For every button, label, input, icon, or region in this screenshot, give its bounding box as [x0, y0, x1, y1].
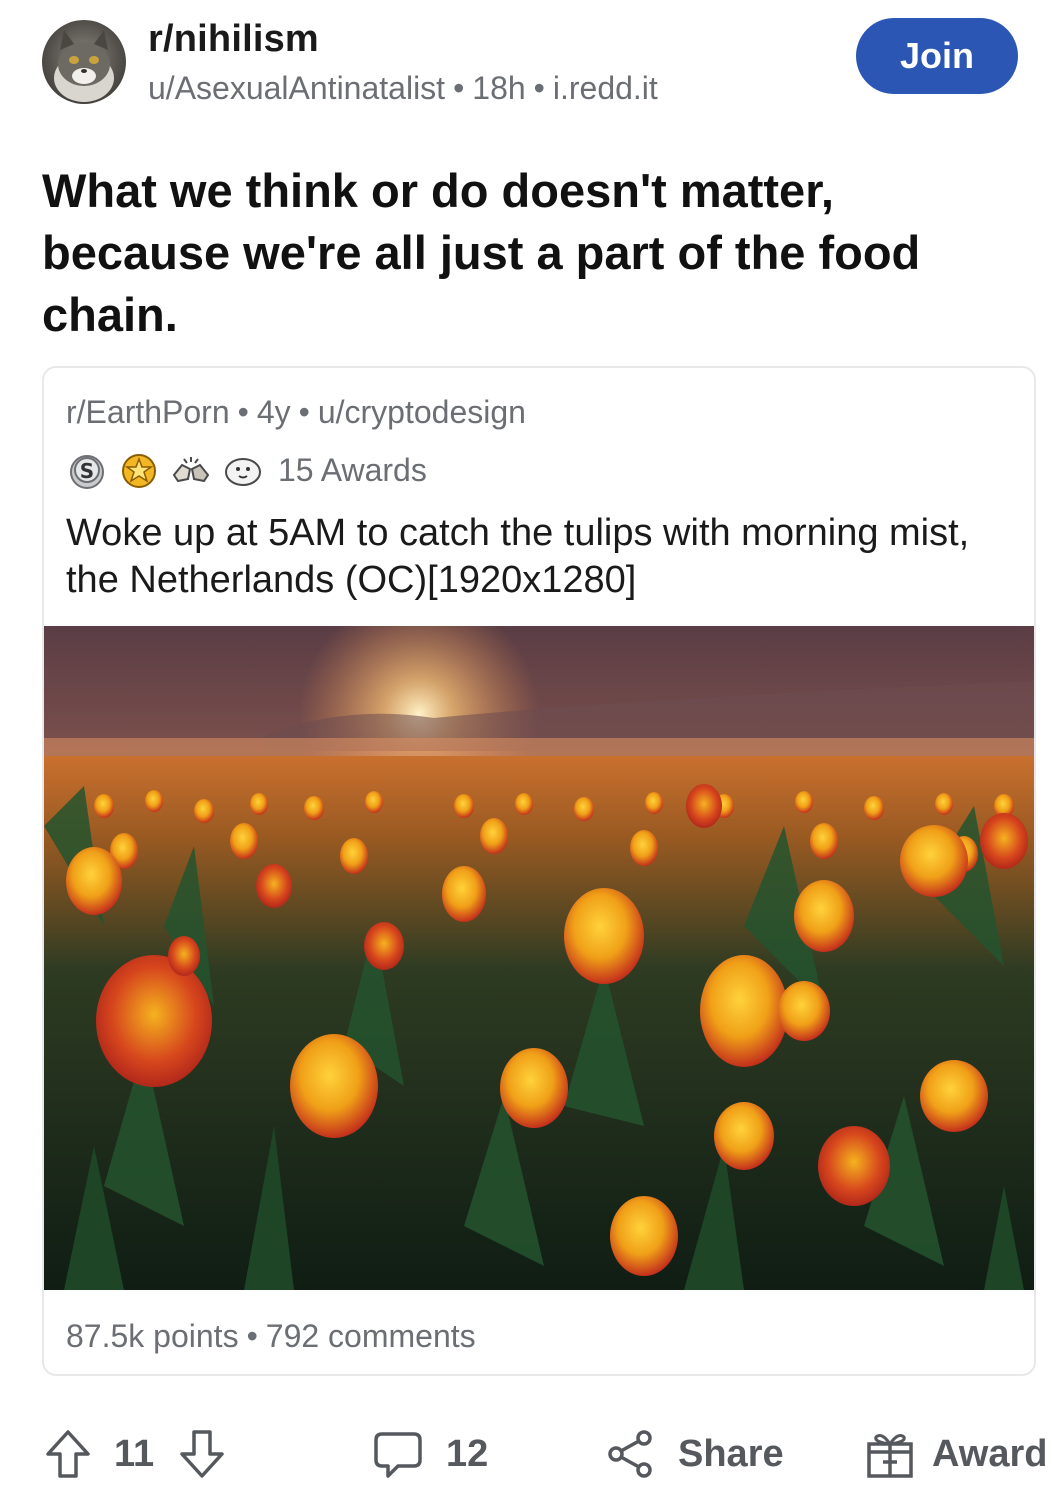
share-label: Share [678, 1432, 784, 1475]
post-age: 18h [472, 70, 526, 106]
upvote-icon[interactable] [42, 1428, 94, 1480]
comment-icon [374, 1432, 422, 1478]
fist-bump-award-icon [172, 457, 210, 483]
crosspost-meta: r/EarthPorn • 4y • u/cryptodesign [66, 394, 526, 431]
award-label: Award [932, 1432, 1048, 1475]
subreddit-name[interactable]: r/nihilism [148, 18, 319, 61]
meta-separator: • [453, 70, 465, 106]
crosspost-subreddit[interactable]: r/EarthPorn [66, 394, 230, 430]
vote-count: 11 [114, 1432, 155, 1475]
vote-group: 11 [42, 1428, 228, 1480]
seal-award-icon [225, 458, 261, 486]
award-button[interactable]: Award [864, 1428, 1047, 1480]
gold-award-icon [122, 454, 156, 488]
crosspost-comments[interactable]: 792 comments [266, 1318, 476, 1354]
downvote-icon[interactable] [176, 1428, 228, 1480]
meta-separator: • [237, 394, 249, 430]
join-button[interactable]: Join [856, 18, 1018, 94]
awards-row[interactable]: S 15 Awards [66, 448, 427, 492]
post-header: r/nihilism u/AsexualAntinatalist • 18h • i.r… [42, 18, 1022, 108]
comment-count: 12 [446, 1432, 489, 1475]
meta-separator: • [298, 394, 310, 430]
share-button[interactable]: Share [604, 1428, 784, 1480]
crosspost-points: 87.5k points [66, 1318, 239, 1354]
meta-separator: • [246, 1318, 258, 1354]
action-bar: 11 12 Share Award [42, 1420, 1061, 1490]
share-icon [608, 1430, 652, 1478]
tulip-field-image[interactable] [44, 626, 1034, 1290]
comments-button[interactable]: 12 [372, 1428, 488, 1480]
crosspost-age: 4y [256, 394, 291, 430]
crosspost-author[interactable]: u/cryptodesign [318, 394, 526, 430]
post-title: What we think or do doesn't matter, beca… [42, 164, 921, 341]
awards-count: 15 Awards [278, 451, 427, 488]
crosspost-stats: 87.5k points • 792 comments [66, 1318, 476, 1355]
crosspost-title[interactable]: Woke up at 5AM to catch the tulips with … [66, 510, 1006, 604]
silver-award-icon: S [70, 455, 104, 489]
subreddit-avatar[interactable] [42, 20, 126, 104]
crosspost-card[interactable]: r/EarthPorn • 4y • u/cryptodesign S 15 Award… [42, 366, 1036, 1376]
author-link[interactable]: u/AsexualAntinatalist [148, 70, 445, 106]
gift-icon [867, 1434, 913, 1478]
post-meta: u/AsexualAntinatalist • 18h • i.redd.it [148, 70, 658, 107]
meta-separator: • [533, 70, 545, 106]
post-domain[interactable]: i.redd.it [553, 70, 658, 106]
svg-text:S: S [80, 459, 94, 483]
